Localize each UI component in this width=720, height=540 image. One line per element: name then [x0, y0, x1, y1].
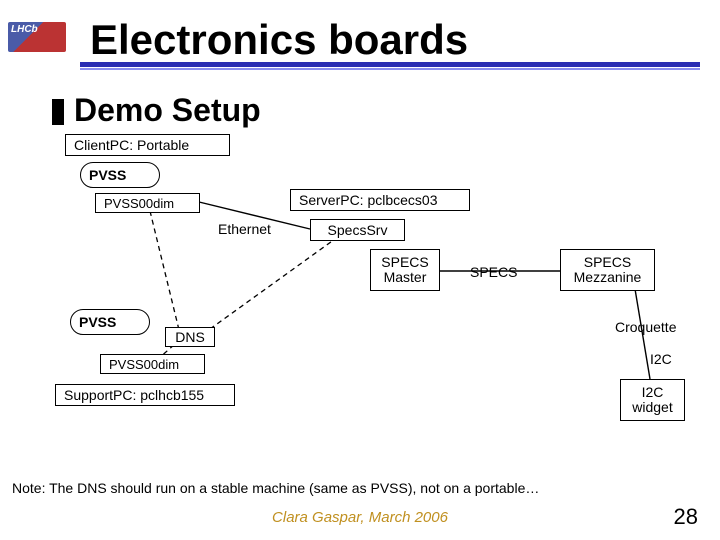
specs-mezz-box: SPECS Mezzanine — [560, 249, 655, 291]
diagram-canvas: ClientPC: Portable PVSS PVSS00dim Ethern… — [0, 129, 720, 489]
dns-label: DNS — [175, 329, 205, 345]
dns-box: DNS — [165, 327, 215, 347]
specs-bus-label: SPECS — [470, 264, 517, 280]
pvss00dim-bot-label: PVSS00dim — [109, 357, 179, 372]
pvss00dim-bot-box: PVSS00dim — [100, 354, 205, 374]
pvss-top-label: PVSS — [89, 167, 126, 183]
pvss-top-box: PVSS — [80, 162, 160, 188]
footnote: Note: The DNS should run on a stable mac… — [12, 480, 539, 496]
server-pc-box: ServerPC: pclbcecs03 — [290, 189, 470, 211]
i2c-label: I2C — [650, 351, 672, 367]
subtitle: Demo Setup — [52, 92, 720, 129]
subtitle-text: Demo Setup — [74, 92, 261, 128]
title-underline-shadow — [80, 68, 700, 70]
footer-author: Clara Gaspar, March 2006 — [0, 509, 720, 526]
specssrv-label: SpecsSrv — [328, 222, 388, 238]
i2c-widget-box: I2C widget — [620, 379, 685, 421]
client-pc-box: ClientPC: Portable — [65, 134, 230, 156]
pvss-bot-box: PVSS — [70, 309, 150, 335]
lhcb-logo: LHCb — [8, 22, 66, 52]
croquette-label: Croquette — [615, 319, 676, 335]
specs-master-label: SPECS Master — [381, 255, 428, 286]
page-number: 28 — [674, 504, 698, 530]
pvss00dim-top-label: PVSS00dim — [104, 196, 174, 211]
pvss00dim-top-box: PVSS00dim — [95, 193, 200, 213]
support-pc-box: SupportPC: pclhcb155 — [55, 384, 235, 406]
specs-mezz-label: SPECS Mezzanine — [574, 255, 642, 286]
slide-title: Electronics boards — [90, 16, 468, 64]
server-pc-label: ServerPC: pclbcecs03 — [299, 192, 438, 208]
i2c-widget-label: I2C widget — [632, 385, 672, 416]
specs-master-box: SPECS Master — [370, 249, 440, 291]
specssrv-box: SpecsSrv — [310, 219, 405, 241]
bullet-icon — [52, 99, 64, 125]
pvss-bot-label: PVSS — [79, 314, 116, 330]
support-pc-label: SupportPC: pclhcb155 — [64, 387, 204, 403]
ethernet-label: Ethernet — [218, 221, 271, 237]
client-pc-label: ClientPC: Portable — [74, 137, 189, 153]
